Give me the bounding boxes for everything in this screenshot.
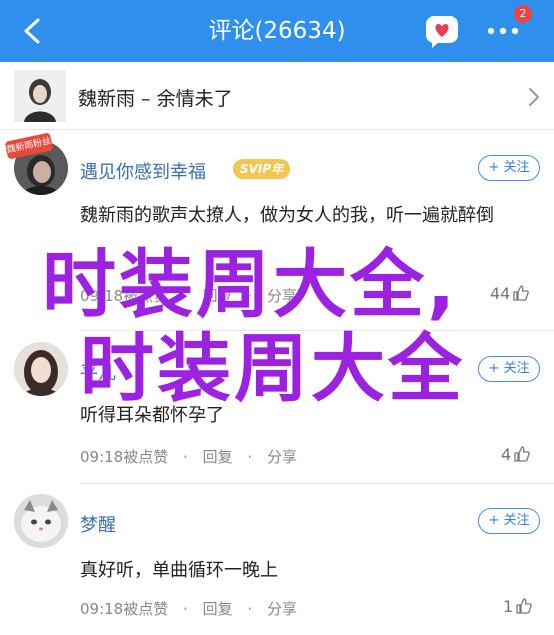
avatar[interactable] <box>14 342 68 396</box>
notification-badge: 2 <box>514 5 532 23</box>
reply-button[interactable]: 回复 <box>203 446 233 467</box>
share-button[interactable]: 分享 <box>267 446 297 467</box>
like-count: 44 <box>490 284 511 303</box>
like-count: 4 <box>501 445 512 464</box>
thumb-up-icon <box>513 285 530 301</box>
like-button[interactable]: 1 <box>503 597 533 616</box>
reply-button[interactable]: 回复 <box>203 598 233 619</box>
song-info-row[interactable]: 魏新雨 – 余情未了 <box>0 62 554 130</box>
comment-meta: 09:18被点赞 · 回复 · 分享 <box>80 446 297 467</box>
comment-time: 09:18 <box>80 448 124 466</box>
top-navbar: 评论(26634) 2 <box>0 0 554 62</box>
chevron-right-icon <box>529 88 539 106</box>
comment-meta: 09:18被点赞 · 回复 · 分享 <box>80 598 297 619</box>
song-cover-image <box>14 70 66 122</box>
page-title: 评论(26634) <box>208 18 346 44</box>
like-button[interactable]: 4 <box>501 445 531 464</box>
comment-text: 真好听，单曲循环一晚上 <box>80 560 278 581</box>
follow-button[interactable]: + 关注 <box>478 155 540 181</box>
like-action-label: 被点赞 <box>123 600 169 618</box>
watermark-line-2: 时装周大全 <box>80 326 465 412</box>
comment-text: 魏新雨的歌声太撩人，做为女人的我，听一遍就醉倒 <box>80 205 494 226</box>
heart-chat-icon[interactable] <box>424 13 460 49</box>
like-count: 1 <box>503 597 514 616</box>
svip-badge: SVIP年 <box>233 159 291 179</box>
like-button[interactable]: 44 <box>490 284 530 303</box>
comment-username[interactable]: 梦醒 <box>80 511 116 537</box>
comment-username[interactable]: 遇见你感到幸福 <box>80 158 206 184</box>
watermark-line-1: 时装周大全, <box>42 242 459 328</box>
comment-item: 梦醒 + 关注 真好听，单曲循环一晚上 09:18被点赞 · 回复 · 分享 1 <box>0 484 554 635</box>
like-action-label: 被点赞 <box>123 448 169 466</box>
thumb-up-icon <box>516 598 533 614</box>
follow-button[interactable]: + 关注 <box>478 356 540 382</box>
avatar[interactable] <box>14 494 68 548</box>
song-title: 魏新雨 – 余情未了 <box>78 88 233 110</box>
comment-time: 09:18 <box>80 600 124 618</box>
share-button[interactable]: 分享 <box>267 598 297 619</box>
follow-button[interactable]: + 关注 <box>478 508 540 534</box>
thumb-up-icon <box>514 446 531 462</box>
